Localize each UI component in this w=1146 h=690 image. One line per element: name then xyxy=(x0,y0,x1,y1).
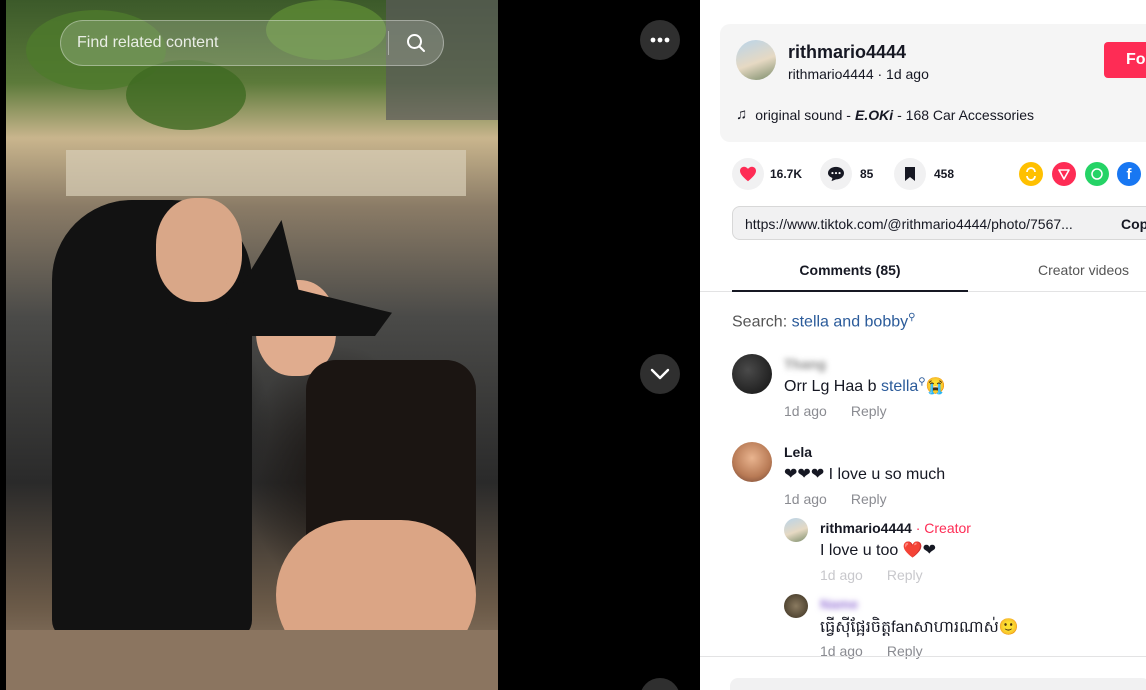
more-dots-icon xyxy=(650,37,670,43)
tiktok-photo-view: rithmario4444 rithmario4444 · 1d ago Fo … xyxy=(0,0,1146,690)
reply-time: 1d ago xyxy=(820,567,863,583)
chevron-down-icon xyxy=(650,368,670,380)
replier-avatar[interactable] xyxy=(784,594,808,618)
search-button[interactable] xyxy=(389,21,443,65)
add-comment-bar[interactable] xyxy=(730,678,1146,690)
comment-meta: 1d ago Reply xyxy=(784,403,887,419)
media-area xyxy=(0,0,700,690)
save-button[interactable]: 458 xyxy=(894,158,954,190)
comment-meta: 1d ago Reply xyxy=(784,491,887,507)
replier-username[interactable]: rithmario4444 xyxy=(820,520,912,536)
sound-suffix: - 168 Car Accessories xyxy=(897,106,1035,123)
related-search-bar xyxy=(60,20,444,66)
search-suggestion-query[interactable]: stella and bobby xyxy=(792,313,909,330)
related-search-input[interactable] xyxy=(61,21,388,65)
face-left-shape xyxy=(156,198,242,302)
small-search-icon: ⚲ xyxy=(908,312,916,323)
panel-tabs: Comments (85) Creator videos xyxy=(700,252,1146,292)
more-options-button[interactable] xyxy=(640,20,680,60)
reply-button[interactable]: Reply xyxy=(851,403,887,419)
replier-avatar[interactable] xyxy=(784,518,808,542)
search-icon xyxy=(407,34,425,52)
commenter-avatar[interactable] xyxy=(732,442,772,482)
action-bar: 16.7K 85 458 f xyxy=(732,158,1146,190)
sound-row[interactable]: ♫ original sound - E.OKi - 168 Car Acces… xyxy=(736,106,1034,123)
music-note-icon: ♫ xyxy=(736,106,748,123)
comment-time: 1d ago xyxy=(784,491,827,507)
facebook-icon[interactable]: f xyxy=(1117,162,1141,186)
comment-text: Orr Lg Haa b stella⚲😭 xyxy=(784,376,946,396)
share-link-box: https://www.tiktok.com/@rithmario4444/ph… xyxy=(732,206,1146,240)
reply-button[interactable]: Reply xyxy=(887,567,923,583)
commenter-name[interactable]: Thang xyxy=(784,356,826,372)
divider xyxy=(700,656,1146,657)
commenter-avatar[interactable] xyxy=(732,354,772,394)
small-search-icon: ⚲ xyxy=(918,376,926,388)
search-suggestion: Search: stella and bobby⚲ xyxy=(732,312,915,331)
reply-text: ធ្វើស៊ីផ្អែរចិត្តfanសាហារណាស់🙂 xyxy=(820,619,1019,636)
details-panel: rithmario4444 rithmario4444 · 1d ago Fo … xyxy=(700,0,1146,690)
comment-text: ❤❤❤ I love u so much xyxy=(784,466,946,483)
awning-shape xyxy=(66,150,466,196)
table-shape xyxy=(6,630,498,690)
comment-button[interactable]: 85 xyxy=(820,158,873,190)
save-count: 458 xyxy=(934,167,955,181)
whatsapp-icon[interactable] xyxy=(1085,162,1109,186)
crying-emoji-icon: 😭 xyxy=(925,378,946,395)
copy-link-button[interactable]: Cop xyxy=(1121,216,1146,232)
comment-search-link[interactable]: stella xyxy=(881,378,918,395)
comment-text-part: Orr Lg Haa b xyxy=(784,378,877,395)
like-count: 16.7K xyxy=(770,167,803,181)
author-card: rithmario4444 rithmario4444 · 1d ago Fo … xyxy=(720,24,1146,142)
witch-hat-shape xyxy=(222,220,392,336)
like-button[interactable]: 16.7K xyxy=(732,158,802,190)
commenter-name[interactable]: Lela xyxy=(784,444,812,460)
creator-badge: · Creator xyxy=(915,520,971,536)
bookmark-icon xyxy=(894,158,926,190)
post-photo[interactable] xyxy=(6,0,498,690)
replier-name[interactable]: Name xyxy=(820,596,858,612)
share-link-text[interactable]: https://www.tiktok.com/@rithmario4444/ph… xyxy=(745,216,1073,232)
comment-time: 1d ago xyxy=(784,403,827,419)
heart-icon xyxy=(732,158,764,190)
send-icon[interactable] xyxy=(1052,162,1076,186)
reply-text: I love u too ❤️❤ xyxy=(820,542,937,559)
replier-name: rithmario4444 · Creator xyxy=(820,520,971,536)
next-post-button[interactable] xyxy=(640,354,680,394)
author-avatar[interactable] xyxy=(736,40,776,80)
reply-button[interactable]: Reply xyxy=(851,491,887,507)
follow-button[interactable]: Fo xyxy=(1104,42,1146,78)
repost-icon[interactable] xyxy=(1019,162,1043,186)
scroll-button[interactable] xyxy=(640,678,680,690)
comment-bubble-icon xyxy=(820,158,852,190)
tab-comments[interactable]: Comments (85) xyxy=(732,252,968,292)
search-suggestion-label: Search: xyxy=(732,313,788,331)
author-username[interactable]: rithmario4444 xyxy=(788,42,906,63)
comment-count: 85 xyxy=(860,167,874,181)
author-subline: rithmario4444 · 1d ago xyxy=(788,66,929,82)
sound-artist: E.OKi xyxy=(854,106,894,123)
tab-creator-videos[interactable]: Creator videos xyxy=(1000,252,1146,292)
foliage-shape xyxy=(126,60,246,130)
sound-prefix: original sound - xyxy=(755,106,851,123)
reply-meta: 1d ago Reply xyxy=(820,567,923,583)
